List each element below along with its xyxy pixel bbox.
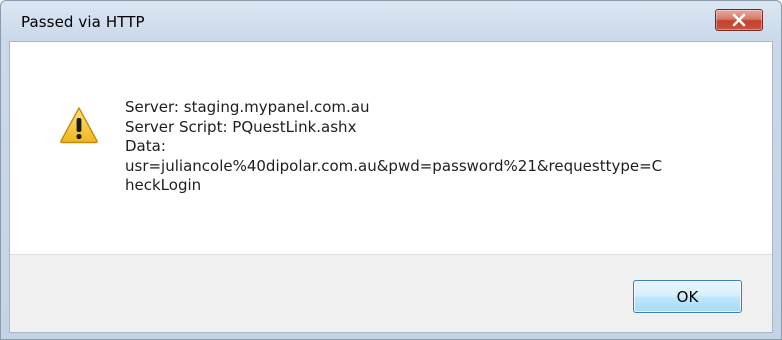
close-icon xyxy=(732,13,746,27)
message-area: Server: staging.mypanel.com.au Server Sc… xyxy=(10,42,772,254)
message-line-script: Server Script: PQuestLink.ashx xyxy=(125,117,357,136)
message-line-data-cont: heckLogin xyxy=(125,176,202,194)
warning-icon xyxy=(60,107,98,144)
message-text: Server: staging.mypanel.com.au Server Sc… xyxy=(125,98,662,196)
window-title: Passed via HTTP xyxy=(21,13,145,31)
message-line-data: usr=juliancole%40dipolar.com.au&pwd=pass… xyxy=(125,156,663,175)
message-line-server: Server: staging.mypanel.com.au xyxy=(125,98,370,116)
dialog-window: Passed via HTTP Server: staging.mypanel.… xyxy=(0,0,782,340)
button-bar: OK xyxy=(10,254,772,332)
close-button[interactable] xyxy=(715,9,763,31)
ok-button[interactable]: OK xyxy=(633,280,742,313)
dialog-body: Server: staging.mypanel.com.au Server Sc… xyxy=(9,41,773,333)
title-bar[interactable]: Passed via HTTP xyxy=(1,1,781,41)
message-line-data-label: Data: xyxy=(125,137,166,155)
